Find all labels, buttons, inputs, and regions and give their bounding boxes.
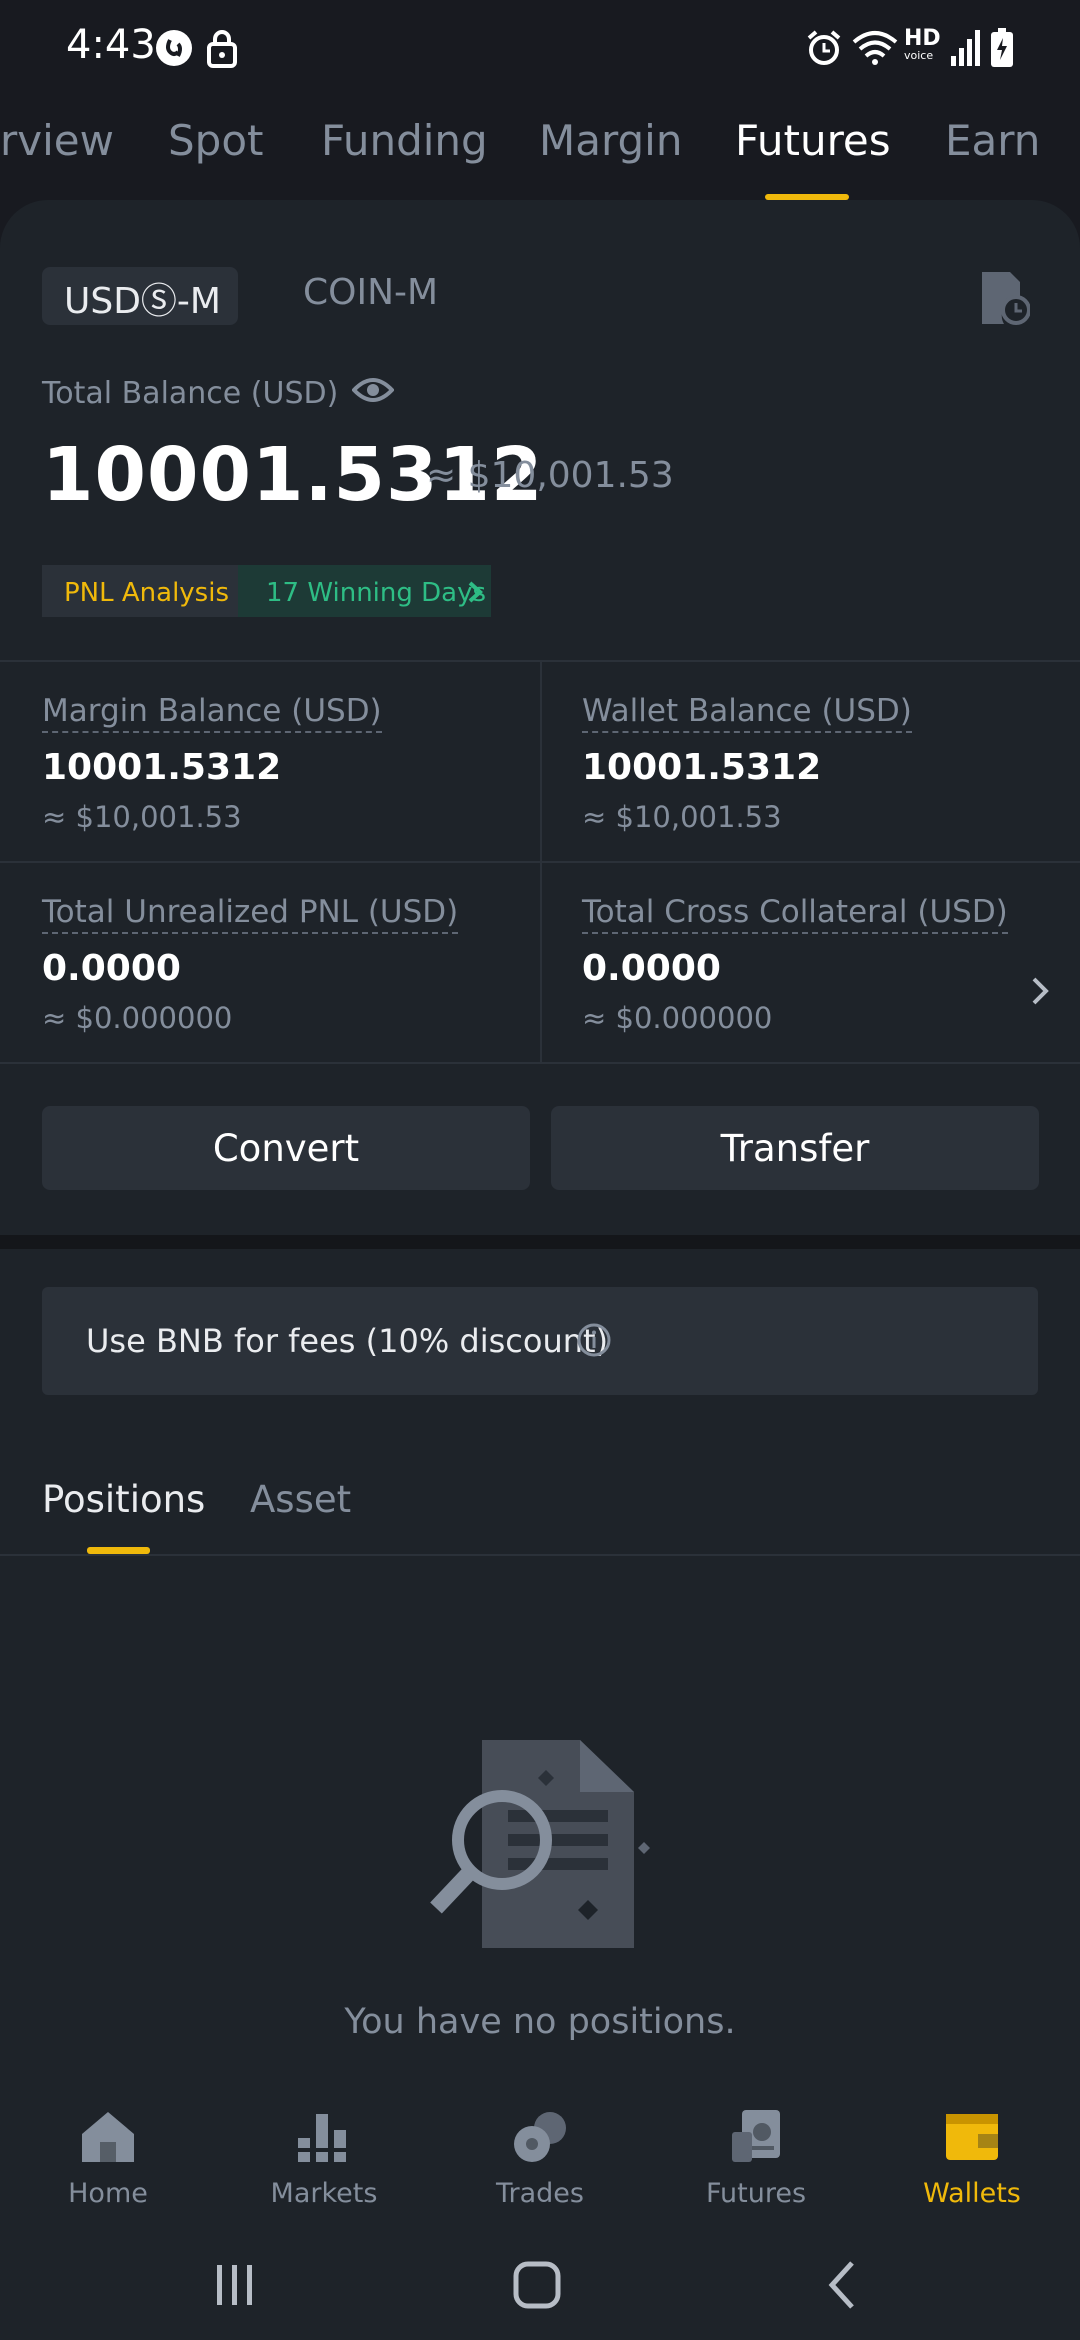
- tab-funding[interactable]: Funding: [321, 116, 488, 165]
- unrealized-pnl-label[interactable]: Total Unrealized PNL (USD): [42, 894, 459, 934]
- tab-asset[interactable]: Asset: [250, 1478, 351, 1521]
- segment-coin-m[interactable]: COIN-M: [303, 272, 438, 313]
- nav-trades[interactable]: Trades: [460, 2108, 620, 2209]
- hd-text: HD: [904, 26, 941, 51]
- nav-markets-label: Markets: [270, 2178, 378, 2209]
- shazam-icon: [156, 30, 192, 66]
- unrealized-pnl-value: 0.0000: [42, 948, 181, 989]
- tab-earn[interactable]: Earn: [945, 116, 1040, 165]
- margin-balance-label[interactable]: Margin Balance (USD): [42, 693, 382, 733]
- wallet-balance-label[interactable]: Wallet Balance (USD): [582, 693, 912, 733]
- tab-margin[interactable]: Margin: [539, 116, 682, 165]
- wallet-balance-approx: ≈ $10,001.53: [582, 800, 782, 834]
- active-subtab-indicator: [87, 1547, 150, 1554]
- wallet-icon: [946, 2114, 998, 2160]
- futures-icon: [732, 2110, 780, 2162]
- total-balance-approx: ≈ $10,001.53: [426, 455, 674, 496]
- unrealized-pnl-approx: ≈ $0.000000: [42, 1001, 233, 1035]
- order-history-icon[interactable]: [980, 270, 1030, 326]
- divider: [0, 1062, 1080, 1064]
- nav-home-label: Home: [68, 2178, 148, 2209]
- nav-futures[interactable]: Futures: [676, 2108, 836, 2209]
- signal-icon: [951, 30, 980, 66]
- transfer-button[interactable]: Transfer: [551, 1106, 1039, 1190]
- margin-balance-value: 10001.5312: [42, 747, 282, 788]
- empty-document-search-icon: [430, 1740, 650, 1948]
- empty-state-text: You have no positions.: [344, 2002, 736, 2042]
- tab-overview[interactable]: rview: [0, 116, 114, 165]
- tab-futures[interactable]: Futures: [735, 116, 891, 165]
- margin-balance-approx: ≈ $10,001.53: [42, 800, 242, 834]
- back-icon[interactable]: [808, 2255, 878, 2315]
- lock-icon: [207, 30, 237, 68]
- markets-icon: [298, 2114, 346, 2162]
- cross-collateral-label[interactable]: Total Cross Collateral (USD): [582, 894, 1008, 934]
- wifi-icon: [852, 31, 898, 65]
- segment-usd-m-label: USDⓈ-M: [64, 281, 221, 322]
- info-icon[interactable]: [576, 1322, 612, 1358]
- winning-days-label: 17 Winning Days: [266, 578, 487, 608]
- home-icon: [82, 2112, 134, 2162]
- section-divider: [0, 1235, 1080, 1249]
- chevron-right-icon[interactable]: [1030, 976, 1050, 1006]
- home-button-icon[interactable]: [502, 2255, 572, 2315]
- divider: [540, 662, 542, 1062]
- tab-spot[interactable]: Spot: [168, 116, 263, 165]
- bnb-fee-label: Use BNB for fees (10% discount): [86, 1322, 609, 1360]
- nav-wallets-label: Wallets: [923, 2178, 1021, 2209]
- battery-charging-icon: [991, 28, 1013, 67]
- wallet-balance-value: 10001.5312: [582, 747, 822, 788]
- cross-collateral-value: 0.0000: [582, 948, 721, 989]
- nav-trades-label: Trades: [496, 2178, 584, 2209]
- chevron-right-icon: [468, 581, 483, 603]
- tab-positions[interactable]: Positions: [42, 1478, 205, 1521]
- voice-text: voice: [904, 49, 934, 62]
- pnl-analysis-label: PNL Analysis: [64, 578, 230, 608]
- hd-voice-icon: HD voice: [904, 28, 944, 68]
- nav-markets[interactable]: Markets: [244, 2108, 404, 2209]
- trades-icon: [514, 2112, 566, 2162]
- nav-wallets[interactable]: Wallets: [892, 2108, 1052, 2209]
- top-tabs: rview Spot Funding Margin Futures Earn: [0, 96, 1080, 200]
- total-balance-label: Total Balance (USD): [42, 376, 339, 411]
- recent-apps-icon[interactable]: [200, 2255, 270, 2315]
- nav-futures-label: Futures: [705, 2178, 807, 2209]
- status-time: 4:43: [66, 22, 156, 68]
- eye-icon[interactable]: [352, 372, 394, 408]
- convert-button[interactable]: Convert: [42, 1106, 530, 1190]
- cross-collateral-approx: ≈ $0.000000: [582, 1001, 773, 1035]
- divider: [0, 1554, 1080, 1556]
- nav-home[interactable]: Home: [28, 2108, 188, 2209]
- alarm-icon: [807, 30, 841, 65]
